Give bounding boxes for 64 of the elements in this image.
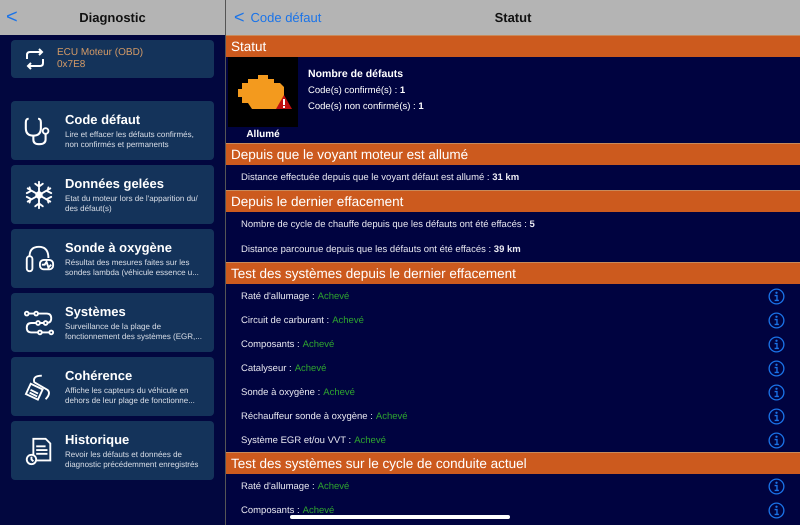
section-header: Test des systèmes depuis le dernier effacement [226, 262, 800, 284]
menu-card[interactable]: Code défaut Lire et effacer les défauts confirmés, non confirmés et permanents [11, 101, 214, 160]
test-label: Système EGR et/ou VVT : [241, 434, 352, 446]
card-title: Données gelées [65, 176, 165, 190]
info-icon[interactable] [768, 384, 785, 400]
test-status: Achevé [323, 386, 355, 398]
section-header: Depuis que le voyant moteur est allumé [226, 143, 800, 165]
card-title: Historique [65, 432, 130, 446]
menu-card[interactable]: Cohérence Affiche les capteurs du véhicule en dehors de leur plage de fonctionne... [11, 357, 214, 416]
ecu-address: 0x7E8 [57, 59, 86, 71]
fault-count-heading: Nombre de défauts [308, 68, 404, 80]
test-label: Composants : [241, 338, 300, 350]
snowflake-icon [23, 178, 55, 210]
test-label: Raté d'allumage : [241, 480, 315, 492]
section-header: Depuis le dernier effacement [226, 190, 800, 212]
info-text: Nombre de cycle de chauffe depuis que les défauts ont été effacés : 5 [241, 219, 535, 230]
section-header: Statut [226, 35, 800, 57]
menu-card[interactable]: Systèmes Surveillance de la plage de fonctionnement des systèmes (EGR,... [11, 293, 214, 352]
test-status: Achevé [294, 362, 326, 374]
fault-count: Code(s) non confirmé(s) : 1 [308, 101, 424, 112]
sidebar-title: Diagnostic [79, 10, 146, 25]
card-description: Résultat des mesures faites sur les sondes lambda (véhicule essence u... [65, 258, 200, 278]
test-status: Achevé [302, 338, 334, 350]
test-status: Achevé [318, 480, 350, 492]
info-icon[interactable] [768, 288, 785, 304]
info-text: Distance effectuée depuis que le voyant défaut est allumé : 31 km [241, 172, 520, 183]
test-status: Achevé [302, 504, 334, 516]
info-icon[interactable] [768, 408, 785, 424]
info-icon[interactable] [768, 336, 785, 352]
info-icon[interactable] [768, 502, 785, 518]
test-label: Sonde à oxygène : [241, 386, 320, 398]
info-icon[interactable] [768, 478, 785, 494]
menu-card[interactable]: Données gelées Etat du moteur lors de l'apparition du/ des défaut(s) [11, 165, 214, 224]
test-status: Achevé [318, 290, 350, 302]
test-status: Achevé [354, 434, 386, 446]
card-description: Surveillance de la plage de fonctionnement des systèmes (EGR,... [65, 322, 203, 342]
menu-card[interactable]: Sonde à oxygène Résultat des mesures faites sur les sondes lambda (véhicule essence u... [11, 229, 214, 288]
test-label: Circuit de carburant : [241, 314, 330, 326]
section-header: Test des systèmes sur le cycle de conduite actuel [226, 452, 800, 474]
ecu-card[interactable]: ECU Moteur (OBD) 0x7E8 [11, 40, 214, 78]
test-status: Achevé [376, 410, 408, 422]
card-title: Systèmes [65, 304, 127, 318]
refresh-icon [23, 47, 47, 71]
test-label: Composants : [241, 504, 300, 516]
info-icon[interactable] [768, 432, 785, 448]
card-description: Etat du moteur lors de l'apparition du/ des défaut(s) [65, 194, 199, 214]
menu-card[interactable]: Historique Revoir les défauts et données de diagnostic précédemment enregistrés [11, 421, 214, 480]
card-description: Revoir les défauts et données de diagnostic précédemment enregistrés [65, 450, 200, 470]
card-description: Affiche les capteurs du véhicule en dehors de leur plage de fonctionne... [65, 386, 196, 406]
fault-count: Code(s) confirmé(s) : 1 [308, 85, 406, 96]
card-title: Code défaut [65, 112, 142, 126]
lamp-status: Allumé [246, 129, 280, 140]
info-icon[interactable] [768, 312, 785, 328]
card-description: Lire et effacer les défauts confirmés, non confirmés et permanents [65, 130, 195, 150]
test-status: Achevé [332, 314, 364, 326]
test-label: Catalyseur : [241, 362, 292, 374]
ecu-name: ECU Moteur (OBD) [57, 47, 144, 59]
card-title: Cohérence [65, 368, 134, 382]
test-label: Réchauffeur sonde à oxygène : [241, 410, 373, 422]
page-title: Statut [494, 10, 532, 25]
test-label: Raté d'allumage : [241, 290, 315, 302]
info-text: Distance parcourue depuis que les défauts ont été effacés : 39 km [241, 244, 521, 255]
card-title: Sonde à oxygène [65, 240, 173, 254]
info-icon[interactable] [768, 360, 785, 376]
